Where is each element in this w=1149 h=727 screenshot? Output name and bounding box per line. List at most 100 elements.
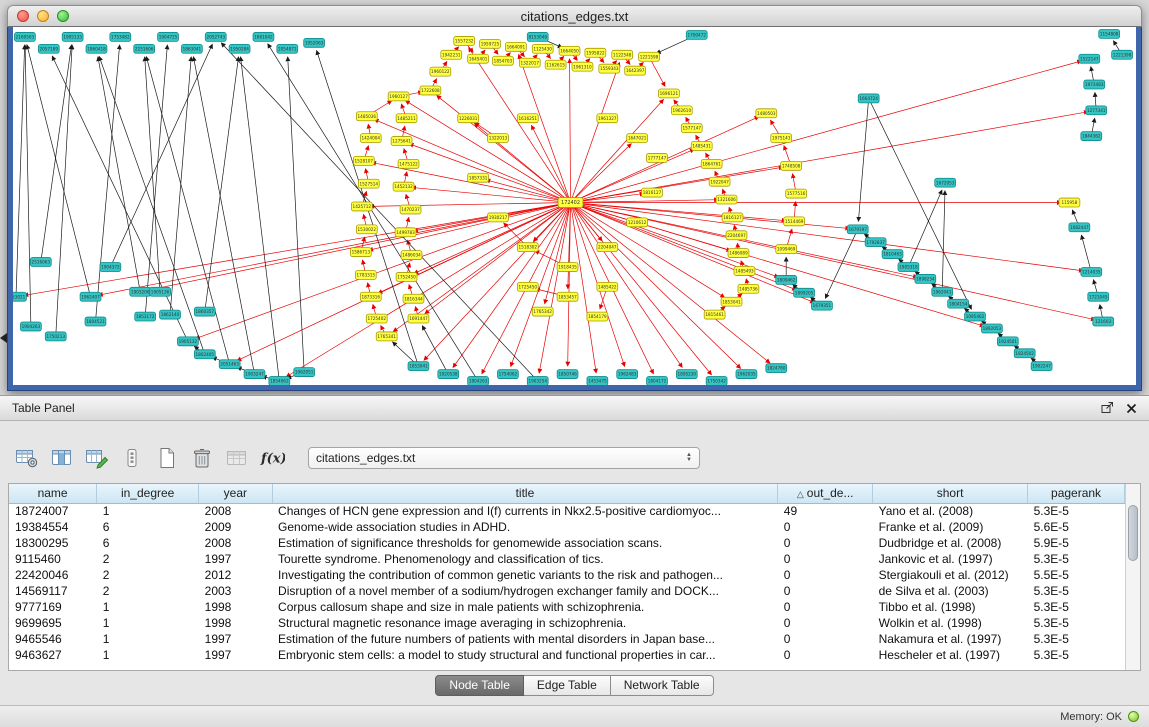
function-builder-button[interactable]: f(x): [257, 444, 287, 472]
graph-node[interactable]: 1961310: [572, 62, 593, 71]
graph-node[interactable]: 1095462: [965, 312, 986, 321]
table-row[interactable]: 1938455462009Genome-wide association stu…: [9, 519, 1125, 535]
column-button[interactable]: [117, 444, 147, 472]
zoom-button[interactable]: [57, 10, 69, 22]
graph-node[interactable]: 1850746: [557, 370, 578, 379]
graph-node[interactable]: 2160503: [14, 32, 35, 41]
table-row[interactable]: 969969511998Structural magnetic resonanc…: [9, 615, 1125, 631]
column-header-name[interactable]: name: [9, 484, 97, 503]
graph-node[interactable]: 1679351: [812, 301, 833, 310]
graph-node[interactable]: 1082447: [1069, 223, 1090, 232]
table-row[interactable]: 946554611997Estimation of the future num…: [9, 631, 1125, 647]
graph-node[interactable]: 1321606: [716, 195, 737, 204]
graph-node[interactable]: 2054871: [277, 44, 298, 53]
table-settings-button[interactable]: [12, 444, 42, 472]
graph-node[interactable]: 1275641: [391, 137, 412, 146]
graph-node[interactable]: 1863041: [181, 44, 202, 53]
graph-node[interactable]: 1752450: [396, 272, 417, 281]
graph-node[interactable]: 1924501: [997, 337, 1018, 346]
tab-edge-table[interactable]: Edge Table: [524, 675, 611, 696]
graph-node[interactable]: 1903247: [244, 370, 265, 379]
graph-node[interactable]: 2051463: [219, 360, 240, 369]
graph-node[interactable]: 1645401: [468, 54, 489, 63]
close-button[interactable]: [17, 10, 29, 22]
graph-node[interactable]: 1453475: [587, 377, 608, 385]
import-table-button[interactable]: [222, 444, 252, 472]
graph-node[interactable]: 1577147: [681, 124, 702, 133]
graph-node[interactable]: 1857331: [468, 173, 489, 182]
graph-node[interactable]: 2516063: [30, 258, 51, 267]
column-header-year[interactable]: year: [199, 484, 272, 503]
graph-node[interactable]: 115958: [1059, 198, 1080, 207]
graph-node[interactable]: 121603: [1093, 317, 1114, 326]
graph-node[interactable]: 1902247: [1031, 362, 1052, 371]
graph-node[interactable]: 1518302: [517, 243, 538, 252]
graph-node[interactable]: 1322013: [488, 134, 509, 143]
graph-hub-node[interactable]: 172402: [558, 198, 583, 208]
graph-node[interactable]: 1528107: [353, 156, 374, 165]
graph-node[interactable]: 1824502: [1014, 349, 1035, 358]
graph-node[interactable]: 1486089: [728, 249, 749, 258]
column-header-short[interactable]: short: [873, 484, 1028, 503]
graph-node[interactable]: 1962041: [932, 287, 953, 296]
graph-node[interactable]: 1664050: [559, 46, 580, 55]
graph-node[interactable]: 1595822: [585, 48, 606, 57]
graph-node[interactable]: 1700472: [686, 30, 707, 39]
graph-node[interactable]: 2052743: [205, 32, 226, 41]
graph-node[interactable]: 1122548: [612, 50, 633, 59]
graph-node[interactable]: 1725402: [366, 314, 387, 323]
graph-node[interactable]: 1905133: [62, 32, 83, 41]
table-row[interactable]: 946362711997Embryonic stem cells: a mode…: [9, 647, 1125, 663]
scrollbar-thumb[interactable]: [1128, 505, 1138, 561]
graph-node[interactable]: 1952063: [304, 38, 325, 47]
graph-node[interactable]: 1903206: [130, 287, 151, 296]
close-panel-button[interactable]: [1126, 403, 1137, 414]
graph-node[interactable]: 1616251: [517, 114, 538, 123]
graph-node[interactable]: 1486034: [401, 251, 422, 260]
graph-node[interactable]: 1960127: [388, 92, 409, 101]
graph-node[interactable]: 1783315: [355, 270, 376, 279]
graph-node[interactable]: 1277341: [1086, 106, 1107, 115]
graph-node[interactable]: 1962407: [80, 292, 101, 301]
graph-node[interactable]: 1962035: [736, 370, 757, 379]
graph-node[interactable]: 1895230: [676, 370, 697, 379]
graph-node[interactable]: 1860357: [194, 307, 215, 316]
graph-node[interactable]: 1920538: [438, 370, 459, 379]
graph-node[interactable]: 1765342: [532, 307, 553, 316]
graph-node[interactable]: 1918435: [557, 263, 578, 272]
graph-node[interactable]: 1816344: [403, 294, 424, 303]
graph-node[interactable]: 1642397: [625, 66, 646, 75]
graph-node[interactable]: 1664724: [858, 94, 879, 103]
graph-node[interactable]: 1530022: [356, 225, 377, 234]
graph-node[interactable]: 1853021: [13, 292, 26, 301]
graph-node[interactable]: 1930217: [488, 213, 509, 222]
delete-button[interactable]: [187, 444, 217, 472]
graph-node[interactable]: 1804154: [948, 299, 969, 308]
graph-node[interactable]: 1485493: [734, 266, 755, 275]
graph-node[interactable]: 1904372: [100, 263, 121, 272]
table-row[interactable]: 977716911998Corpus callosum shape and si…: [9, 599, 1125, 615]
graph-node[interactable]: 1950284: [229, 44, 250, 53]
graph-node[interactable]: 1792837: [865, 238, 886, 247]
column-header-out-de-[interactable]: △out_de...: [778, 484, 873, 503]
graph-node[interactable]: 1864761: [701, 159, 722, 168]
graph-node[interactable]: 1961327: [597, 114, 618, 123]
graph-node[interactable]: 1754062: [497, 370, 518, 379]
graph-node[interactable]: 1557232: [454, 36, 475, 45]
graph-node[interactable]: 1873316: [360, 292, 381, 301]
graph-node[interactable]: 1485422: [597, 282, 618, 291]
graph-node[interactable]: 1485211: [396, 114, 417, 123]
graph-node[interactable]: 1485431: [691, 142, 712, 151]
graph-node[interactable]: 1853172: [135, 312, 156, 321]
graph-node[interactable]: 1154808: [1099, 29, 1120, 38]
graph-node[interactable]: 1816127: [642, 188, 663, 197]
graph-node[interactable]: 1804263: [468, 377, 489, 385]
column-header-pagerank[interactable]: pagerank: [1028, 484, 1125, 503]
graph-node[interactable]: 1904263: [20, 322, 41, 331]
graph-node[interactable]: 1586713: [350, 248, 371, 257]
table-row[interactable]: 1456911722003Disruption of a novel membe…: [9, 583, 1125, 599]
graph-node[interactable]: 2251606: [134, 44, 155, 53]
tab-network-table[interactable]: Network Table: [611, 675, 714, 696]
graph-node[interactable]: 1470237: [400, 205, 421, 214]
graph-node[interactable]: 1162615: [545, 60, 566, 69]
